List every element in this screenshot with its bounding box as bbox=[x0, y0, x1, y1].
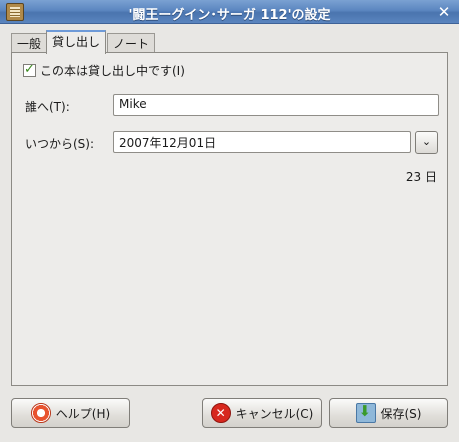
cancel-button[interactable]: ✕ キャンセル(C) bbox=[202, 398, 322, 428]
cancel-icon: ✕ bbox=[210, 403, 231, 423]
loan-days-count: 23 日 bbox=[405, 170, 437, 184]
window-title: '闘王ーグイン･サーガ 112'の設定 bbox=[128, 8, 331, 23]
title-bar: '闘王ーグイン･サーガ 112'の設定 ✕ bbox=[0, 0, 459, 24]
loaned-to-label: 誰へ(T): bbox=[25, 100, 70, 114]
on-loan-checkbox[interactable] bbox=[23, 62, 36, 77]
lifebuoy-icon bbox=[30, 403, 51, 423]
save-button-label: 保存(S) bbox=[380, 406, 422, 421]
close-button[interactable]: ✕ bbox=[435, 3, 453, 21]
loan-date-input[interactable]: 2007年12月01日 bbox=[113, 131, 411, 153]
app-icon bbox=[6, 3, 24, 21]
help-button[interactable]: ヘルプ(H) bbox=[11, 398, 130, 428]
loan-date-label: いつから(S): bbox=[25, 137, 95, 151]
tab-general[interactable]: 一般 bbox=[11, 33, 48, 53]
loaned-to-input[interactable]: Mike bbox=[113, 94, 439, 116]
save-icon bbox=[355, 402, 376, 423]
tab-notes[interactable]: ノート bbox=[107, 33, 156, 53]
help-button-label: ヘルプ(H) bbox=[55, 406, 111, 421]
on-loan-label[interactable]: この本は貸し出し中です(I) bbox=[40, 62, 185, 79]
save-button[interactable]: 保存(S) bbox=[329, 398, 448, 428]
cancel-button-label: キャンセル(C) bbox=[235, 406, 314, 421]
tab-loan[interactable]: 貸し出し bbox=[46, 30, 107, 54]
chevron-down-icon[interactable]: ⌄ bbox=[415, 131, 438, 154]
